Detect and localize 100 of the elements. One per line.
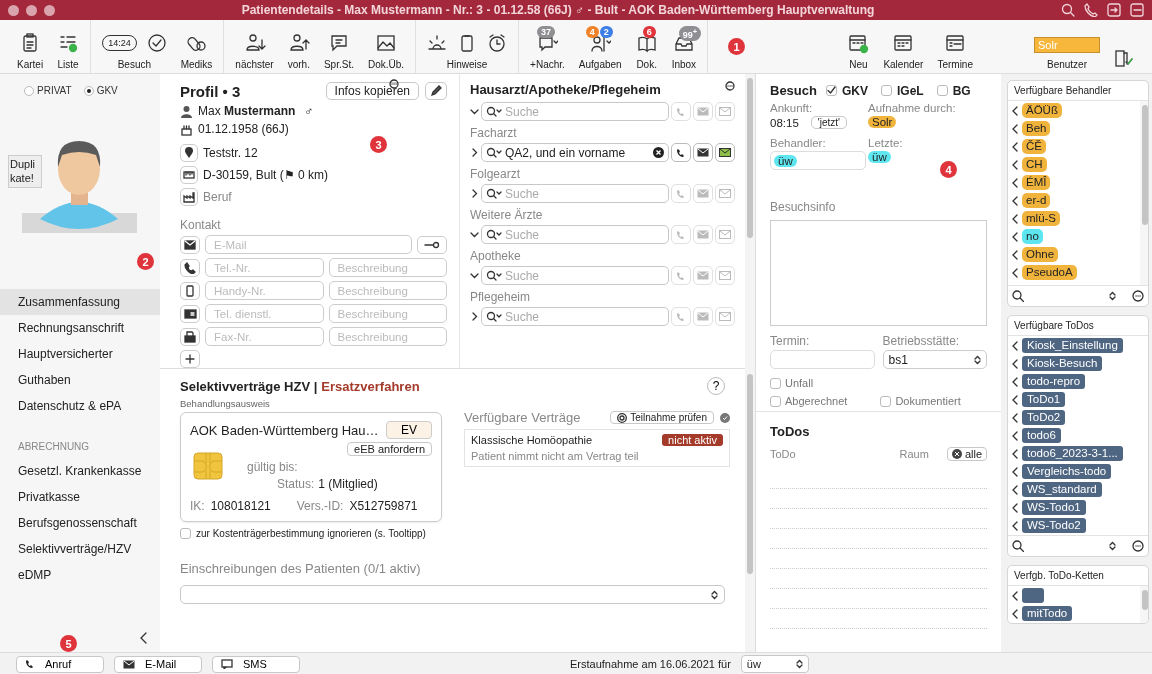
request-button[interactable]: eEB anfordern [347,442,432,456]
search-field[interactable]: QA2, und ein vorname [481,143,669,162]
sidebar-item[interactable]: Guthaben [0,367,160,393]
checkbox[interactable] [881,85,892,96]
mail-button[interactable] [693,143,713,162]
location-button[interactable] [180,144,198,162]
count-badge: 2 [599,26,613,38]
enrollment-select[interactable] [180,585,725,604]
add-button[interactable] [180,350,200,368]
todo-item[interactable]: ToDo2 [1012,410,1144,425]
contact-type-button[interactable] [180,235,200,254]
todo-chain-item[interactable]: mitTodo [1012,606,1136,621]
field-label: Termin: [770,334,811,348]
toolbar-button[interactable]: Kartei [12,30,49,70]
provider-item[interactable]: no [1012,229,1136,244]
todo-item[interactable]: todo6 [1012,428,1144,443]
sidebar-item[interactable]: Datenschutz & ePA [0,393,160,419]
toolbar-button[interactable]: Neu [842,30,875,70]
calendar-list-icon [944,32,967,54]
toolbar-button[interactable]: Dok.Üb. [362,30,410,70]
distance-button[interactable] [180,166,198,184]
sidebar-item[interactable]: Rechnungsanschrift [0,315,160,341]
city-address: D-30159, Bult (⚑ 0 km) [203,168,329,182]
sidebar-item[interactable]: Hauptversicherter [0,341,160,367]
contract-item[interactable]: Klassische Homöopathie nicht aktiv Patient nimmt nicht am Vertrag teil [464,429,730,467]
toolbar-button[interactable]: Termine [932,30,978,70]
checkbox[interactable] [880,395,892,407]
toolbar-button[interactable]: Spr.St. [318,30,359,70]
sidebar-item[interactable]: eDMP [0,562,160,588]
now-button[interactable]: 'jetzt' [810,116,847,129]
todo-item[interactable]: WS-Todo1 [1012,500,1144,515]
email-button[interactable]: E-Mail [114,655,202,673]
ev-button[interactable]: EV [386,421,432,439]
toolbar-button[interactable]: Kalender [878,30,929,70]
minimize-window-button[interactable] [26,4,37,16]
todo-item[interactable]: WS-Todo2 [1012,518,1144,533]
chevron-left-icon [1012,213,1018,224]
job-button[interactable] [180,188,198,206]
call-button[interactable] [671,143,691,162]
site-select[interactable]: bs1 [882,350,987,369]
sidebar-item[interactable]: Selektivverträge/HZV [0,536,160,562]
provider-item[interactable]: ÄÖÜß [1012,103,1136,118]
contact-type-button[interactable] [180,327,200,346]
filter-all-button[interactable]: alle [946,447,987,461]
chevron-left-icon [1012,231,1018,242]
appointment-field[interactable] [770,350,875,369]
visit-info-field[interactable] [770,220,987,326]
zoom-window-button[interactable] [44,4,55,16]
sidebar-item[interactable]: Privatkasse [0,484,160,510]
copy-info-button[interactable]: Infos kopieren [325,82,419,100]
toolbar-button[interactable]: Liste [52,30,85,70]
sidebar-item[interactable]: Zusammenfassung [0,289,160,315]
user-select[interactable]: üw [740,655,809,673]
toolbar-button[interactable]: 14:24 Besuch [97,30,172,70]
phone-icon [676,188,686,199]
provider-item[interactable]: CH [1012,157,1136,172]
todo-item[interactable]: ToDo1 [1012,392,1144,407]
provider-item[interactable]: mlü-S [1012,211,1136,226]
key-button[interactable] [417,235,447,254]
checkbox[interactable] [936,85,948,96]
radio-option[interactable]: GKV [83,85,118,96]
doctor-field[interactable]: üw [770,151,866,170]
radio-option[interactable]: PRIVAT [24,85,72,96]
todo-item[interactable]: todo-repro [1012,374,1144,389]
provider-item[interactable]: Beh [1012,121,1136,136]
count-badge: 4 [585,26,599,38]
mail-button[interactable] [715,143,735,162]
close-window-button[interactable] [8,4,19,16]
check-participation-button[interactable]: Teilnahme prüfen [610,411,714,424]
job-field[interactable]: Beruf [203,190,232,204]
toolbar-button[interactable]: Mediks [175,30,218,70]
contact-type-button[interactable] [180,281,200,300]
scrollbar-thumb[interactable] [747,374,753,574]
checkbox[interactable] [180,528,191,539]
checkbox[interactable] [770,377,781,389]
scrollbar-thumb[interactable] [1142,590,1148,610]
provider-item[interactable]: er-d [1012,193,1136,208]
sidebar-item[interactable]: Gesetzl. Krankenkasse [0,458,160,484]
phone-icon [184,261,196,274]
contact-type-button[interactable] [180,258,200,277]
provider-item[interactable]: Ohne [1012,247,1136,262]
section-title: Besuch [770,83,817,98]
sms-button[interactable]: SMS [212,655,300,673]
toolbar-button[interactable]: nächster [230,30,279,70]
edit-button[interactable] [425,82,447,100]
checkbox[interactable] [770,395,781,407]
scrollbar-thumb[interactable] [747,78,753,238]
toolbar-button[interactable]: vorh. [282,30,315,70]
ik-label: IK: [190,499,205,513]
chevron-down-icon [470,107,479,116]
help-button[interactable]: ? [707,377,725,395]
sidebar-item[interactable]: Berufsgenossenschaft [0,510,160,536]
checkbox[interactable] [825,85,837,96]
call-button[interactable]: Anruf [16,655,104,673]
contact-type-button[interactable] [180,304,200,323]
scrollbar-thumb[interactable] [1142,105,1148,225]
provider-item[interactable]: ÉMÎ [1012,175,1136,190]
provider-item[interactable]: ČĚ [1012,139,1136,154]
provider-item[interactable]: PseudoA [1012,265,1136,280]
toolbar-button[interactable]: Hinweise [422,30,513,70]
